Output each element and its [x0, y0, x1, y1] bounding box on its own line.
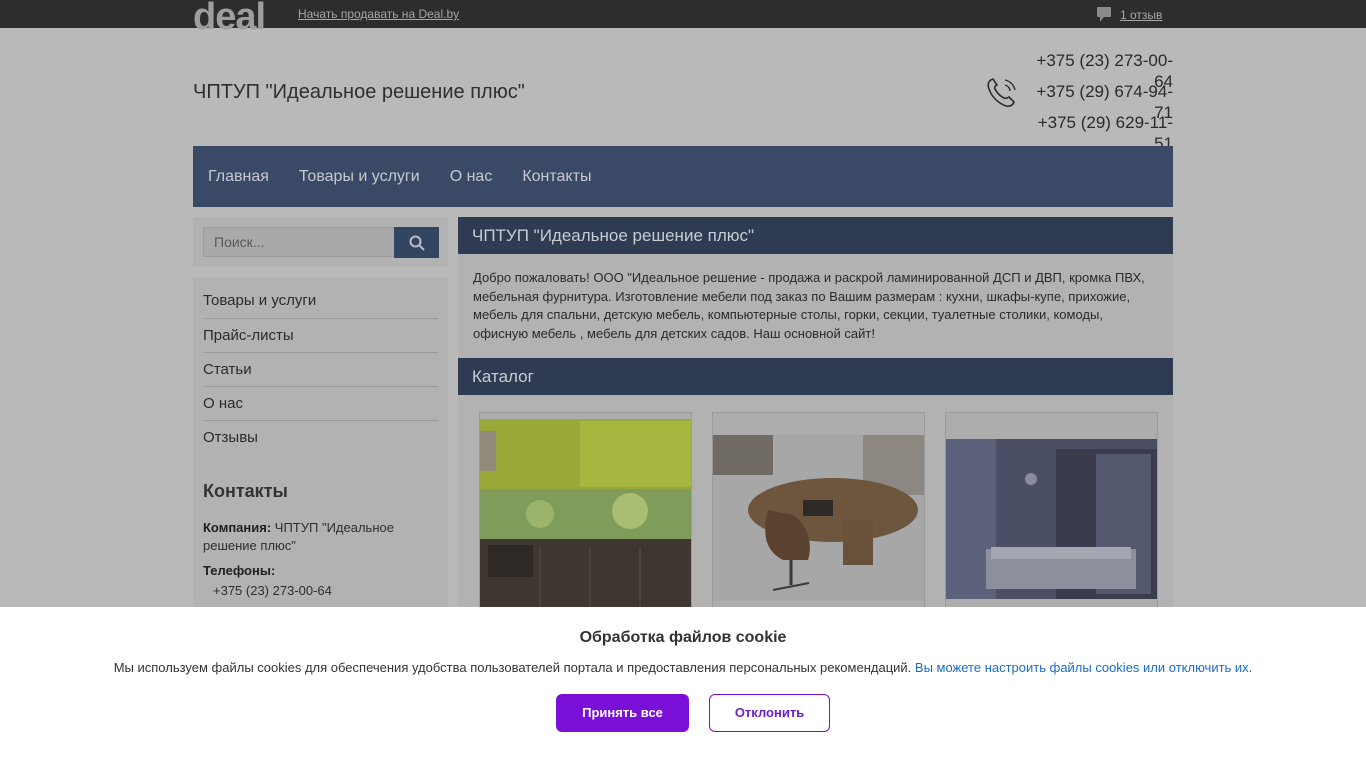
catalog-item[interactable] [712, 412, 925, 617]
main-title: ЧПТУП "Идеальное решение плюс" [458, 217, 1173, 254]
bedroom-image [946, 439, 1157, 599]
catalog-grid [458, 395, 1173, 617]
phone-icon [987, 78, 1016, 108]
company-title: ЧПТУП "Идеальное решение плюс" [193, 81, 525, 103]
nav-item-contacts[interactable]: Контакты [522, 168, 591, 186]
cookie-message: Мы используем файлы cookies для обеспече… [113, 660, 912, 675]
company-info: Компания: ЧПТУП "Идеальное решение плюс" [203, 519, 438, 555]
office-desk-image [713, 435, 924, 601]
sidebar-item-articles[interactable]: Статьи [203, 353, 438, 387]
intro-text: Добро пожаловать! ООО "Идеальное решение… [458, 254, 1173, 358]
contacts-title: Контакты [203, 481, 288, 501]
reviews-count[interactable]: 1 отзыв [1120, 8, 1162, 22]
main-nav: Главная Товары и услуги О нас Контакты [193, 146, 1173, 207]
catalog-title: Каталог [458, 358, 1173, 395]
kitchen-image [480, 419, 691, 616]
cookie-settings-link[interactable]: Вы можете настроить файлы cookies или от… [915, 660, 1252, 675]
nav-item-home[interactable]: Главная [208, 168, 269, 186]
sidebar-phone[interactable]: +375 (23) 273-00-64 [203, 583, 438, 598]
nav-item-about[interactable]: О нас [450, 168, 493, 186]
comment-icon [1097, 7, 1111, 22]
search-icon [409, 235, 425, 251]
cookie-title: Обработка файлов cookie [579, 629, 787, 646]
phone-number[interactable]: +375 (29) 674-94-71 [1027, 81, 1173, 122]
nav-item-products[interactable]: Товары и услуги [299, 168, 420, 186]
sidebar-item-products[interactable]: Товары и услуги [203, 277, 438, 319]
search-input[interactable]: Поиск... [203, 227, 395, 257]
sidebar-item-reviews[interactable]: Отзывы [203, 421, 438, 455]
sidebar-item-price-lists[interactable]: Прайс-листы [203, 319, 438, 353]
sidebar-menu: Товары и услуги Прайс-листы Статьи О нас… [203, 277, 438, 455]
start-selling-link[interactable]: Начать продавать на Deal.by [298, 7, 459, 21]
sidebar: Товары и услуги Прайс-листы Статьи О нас… [193, 277, 448, 617]
reviews-link[interactable]: 1 отзыв [1097, 7, 1162, 22]
phones-label: Телефоны: [203, 563, 276, 578]
search-button[interactable] [394, 227, 439, 258]
top-bar: deal Начать продавать на Deal.by 1 отзыв [0, 0, 1366, 36]
decline-button[interactable]: Отклонить [709, 694, 830, 732]
catalog-item[interactable] [479, 412, 692, 617]
phone-number[interactable]: +375 (29) 629-11-51 [1027, 112, 1173, 153]
accept-all-button[interactable]: Принять все [556, 694, 689, 732]
cookie-text: Мы используем файлы cookies для обеспече… [0, 660, 1366, 675]
sidebar-item-about[interactable]: О нас [203, 387, 438, 421]
phone-number[interactable]: +375 (23) 273-00-64 [1027, 50, 1173, 91]
catalog-item[interactable] [945, 412, 1158, 617]
header-phones: +375 (23) 273-00-64 +375 (29) 674-94-71 … [1027, 50, 1173, 153]
deal-logo[interactable]: deal [193, 0, 266, 36]
cookie-banner: Обработка файлов cookie Мы используем фа… [0, 607, 1366, 768]
search-box: Поиск... [193, 217, 448, 267]
company-label: Компания: [203, 520, 272, 535]
